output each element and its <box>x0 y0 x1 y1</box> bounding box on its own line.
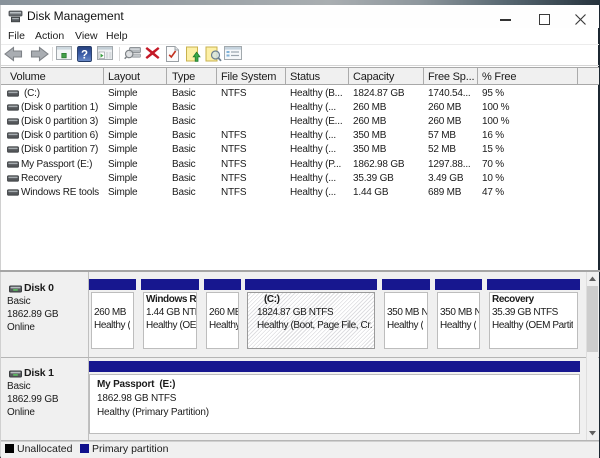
svg-text:?: ? <box>81 49 88 61</box>
